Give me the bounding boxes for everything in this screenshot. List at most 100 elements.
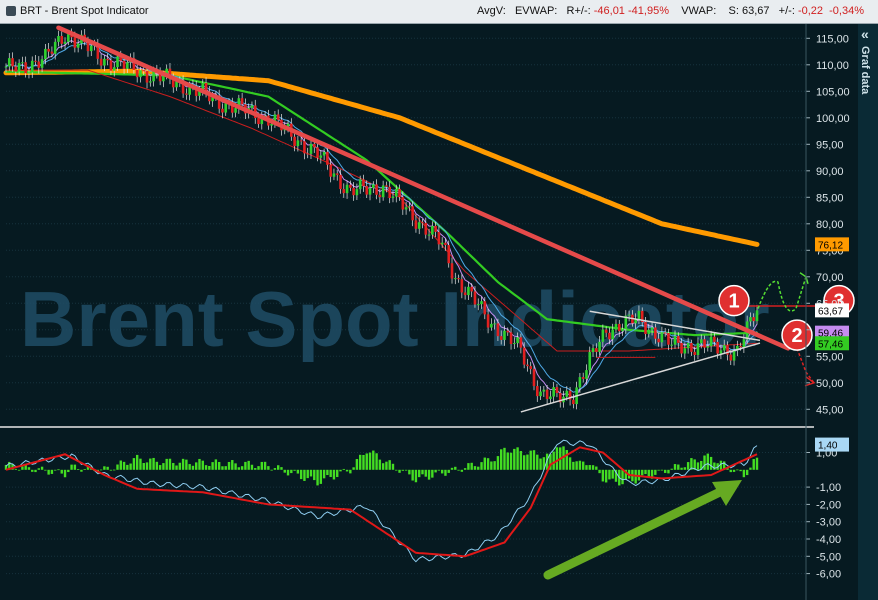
macd-bar: [486, 458, 490, 470]
candle-body: [40, 59, 44, 68]
macd-bar: [660, 469, 664, 471]
macd-bar: [440, 469, 444, 474]
macd-bar: [447, 469, 450, 473]
macd-bar: [414, 469, 418, 483]
candle-body: [106, 58, 109, 61]
candle-body: [103, 58, 106, 66]
candle-body: [411, 206, 414, 221]
macd-bar: [391, 463, 395, 470]
candle-body: [490, 323, 493, 328]
macd-bar: [122, 461, 126, 470]
macd-bar: [385, 461, 388, 470]
candle-body: [224, 102, 228, 113]
candle-body: [483, 301, 487, 315]
macd-bar: [132, 458, 136, 470]
instrument-icon[interactable]: [6, 6, 16, 16]
candle-body: [650, 327, 654, 330]
macd-bar: [47, 469, 50, 475]
macd-bar: [496, 456, 500, 470]
macd-bar: [231, 460, 234, 470]
candle-body: [440, 242, 444, 245]
macd-bar: [103, 466, 106, 470]
candle-body: [493, 323, 496, 325]
candle-body: [53, 41, 57, 54]
macd-bar: [303, 469, 306, 481]
macd-bar: [398, 469, 401, 473]
macd-bar: [437, 469, 441, 471]
macd-value-label: 1,40: [818, 441, 838, 452]
macd-bar: [526, 454, 529, 470]
candle-body: [467, 286, 470, 296]
macd-bar: [37, 468, 40, 470]
candle-body: [686, 342, 690, 349]
macd-bar: [195, 462, 198, 470]
macd-bar: [172, 462, 175, 470]
macd-bar: [73, 464, 77, 470]
candle-body: [299, 140, 303, 142]
macd-bar: [250, 464, 254, 470]
macd-bar: [431, 469, 434, 478]
candle-body: [116, 56, 119, 68]
macd-bar: [129, 463, 132, 470]
macd-bar: [736, 469, 739, 471]
macd-bar: [83, 469, 86, 470]
candle-body: [476, 304, 480, 306]
candle-body: [699, 339, 703, 344]
macd-bar: [286, 469, 290, 476]
s-value: 63,67: [741, 5, 770, 17]
macd-bar: [709, 456, 713, 470]
candle-body: [729, 354, 733, 361]
macd-bar: [247, 460, 250, 470]
price-axis-label: 80,00: [816, 219, 844, 231]
graph-data-panel-toggle[interactable]: « Graf data: [857, 24, 878, 600]
macd-axis-label: -5,00: [816, 551, 841, 563]
macd-bar: [76, 469, 80, 470]
macd-bar: [473, 466, 477, 470]
macd-bar: [329, 469, 332, 477]
macd-bar: [319, 469, 323, 484]
macd-bar: [752, 459, 755, 470]
macd-bar: [345, 469, 349, 472]
macd-axis-label: -1,00: [816, 482, 841, 494]
macd-bar: [749, 467, 752, 470]
candle-body: [322, 151, 326, 156]
candle-body: [381, 185, 385, 198]
macd-bar: [378, 459, 382, 470]
macd-bar: [290, 469, 293, 474]
macd-bar: [696, 462, 700, 470]
candle-body: [716, 341, 719, 354]
macd-bar: [444, 469, 447, 476]
r-value: -46,01: [593, 5, 625, 17]
macd-bar: [283, 469, 286, 473]
chevron-left-icon[interactable]: «: [861, 26, 869, 42]
chart-canvas[interactable]: Brent Spot Indicator123115,00110,00105,0…: [0, 24, 858, 600]
candle-body: [109, 60, 113, 71]
price-tag-label: 76,12: [818, 240, 843, 251]
macd-bar: [677, 464, 680, 470]
candle-body: [499, 336, 503, 340]
candle-body: [749, 317, 752, 322]
candle-body: [319, 155, 323, 158]
candle-body: [670, 344, 674, 346]
candle-body: [722, 345, 726, 351]
macd-bar: [181, 458, 185, 470]
candle-body: [329, 164, 332, 177]
candle-body: [358, 179, 362, 190]
macd-bar: [149, 458, 152, 470]
macd-bar: [454, 466, 457, 470]
candle-body: [234, 108, 237, 113]
candle-body: [535, 386, 539, 397]
candle-body: [326, 151, 329, 165]
candle-body: [739, 345, 742, 348]
candle-body: [617, 323, 621, 332]
macd-bar: [191, 465, 195, 470]
candle-body: [112, 67, 116, 71]
macd-bar: [126, 464, 129, 470]
price-axis-label: 105,00: [816, 86, 850, 98]
macd-bar: [644, 469, 647, 475]
macd-bar: [663, 469, 667, 473]
chart-title: BRT - Brent Spot Indicator: [20, 5, 149, 17]
macd-bar: [40, 466, 44, 470]
macd-bar: [260, 461, 263, 470]
macd-bar: [680, 467, 683, 470]
